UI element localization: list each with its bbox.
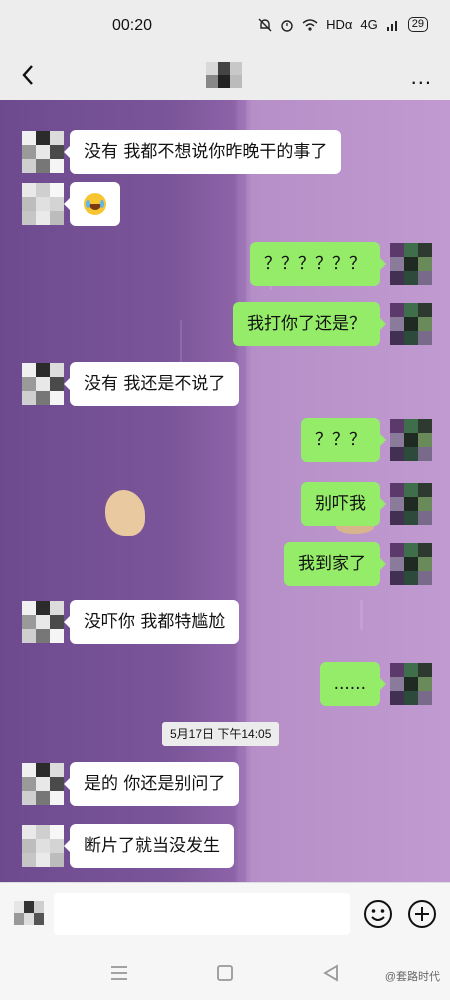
- voice-toggle-icon[interactable]: [14, 901, 44, 925]
- back-triangle-icon[interactable]: [320, 962, 342, 984]
- alarm-icon: [281, 19, 293, 32]
- more-options-icon[interactable]: ...: [411, 64, 432, 90]
- chevron-left-icon[interactable]: [14, 60, 44, 90]
- received-message-bubble[interactable]: 没吓你 我都特尴尬: [63, 600, 240, 644]
- contact-avatar[interactable]: [22, 825, 64, 867]
- message-text: ......: [333, 674, 366, 694]
- system-navigation-bar: @套路时代: [0, 946, 450, 1000]
- signal-bars-icon: [386, 20, 397, 31]
- message-input[interactable]: [54, 893, 350, 935]
- plus-circle-icon[interactable]: [406, 898, 438, 930]
- message-text: ？？？: [315, 430, 366, 450]
- received-message-bubble[interactable]: [64, 182, 120, 226]
- received-message-bubble[interactable]: 没有 我都不想说你昨晚干的事了: [63, 130, 342, 174]
- my-avatar[interactable]: [390, 243, 432, 285]
- laughing-crying-face-icon: [84, 193, 106, 215]
- sent-message-bubble[interactable]: 我打你了还是？: [233, 302, 386, 346]
- status-time: 00:20: [112, 17, 153, 34]
- my-avatar[interactable]: [390, 543, 432, 585]
- received-message-bubble[interactable]: 没有 我还是不说了: [63, 362, 240, 406]
- message-text: 我到家了: [298, 554, 366, 574]
- chat-message-area[interactable]: 5月17日 下午14:05 没有 我都不想说你昨晚干的事了 ？？？？？？ 我打你了还…: [0, 100, 450, 882]
- sent-message-bubble[interactable]: 我到家了: [284, 542, 386, 586]
- sent-message-bubble[interactable]: 别吓我: [301, 482, 386, 526]
- contact-avatar[interactable]: [22, 183, 64, 225]
- message-text: 别吓我: [315, 494, 366, 514]
- received-message-bubble[interactable]: 断片了就当没发生: [64, 824, 234, 868]
- smiley-icon[interactable]: [362, 898, 394, 930]
- my-avatar[interactable]: [390, 419, 432, 461]
- sent-message-bubble[interactable]: ......: [319, 662, 387, 706]
- contact-avatar[interactable]: [22, 363, 64, 405]
- battery-indicator: 29: [407, 17, 428, 32]
- signal-label: 4G: [360, 17, 378, 32]
- status-icons: HDα 4G 29: [258, 17, 428, 32]
- my-avatar[interactable]: [390, 303, 432, 345]
- my-avatar[interactable]: [390, 663, 432, 705]
- status-bar: 00:20 HDα 4G 29: [0, 0, 450, 50]
- message-text: 没有 我还是不说了: [84, 374, 226, 394]
- network-label: HDα: [326, 17, 353, 32]
- contact-avatar[interactable]: [22, 131, 64, 173]
- my-avatar[interactable]: [390, 483, 432, 525]
- message-input-bar: [0, 882, 450, 946]
- message-text: 断片了就当没发生: [84, 836, 220, 856]
- message-text: 我打你了还是？: [247, 314, 366, 334]
- message-text: 是的 你还是别问了: [84, 774, 226, 794]
- sent-message-bubble[interactable]: ？？？: [301, 418, 386, 462]
- wallpaper-blob: [105, 490, 145, 536]
- wifi-icon: [302, 18, 318, 31]
- menu-icon[interactable]: [108, 962, 130, 984]
- contact-name-mosaic[interactable]: [206, 62, 242, 88]
- contact-avatar[interactable]: [22, 601, 64, 643]
- home-square-icon[interactable]: [214, 962, 236, 984]
- message-text: 没吓你 我都特尴尬: [84, 612, 226, 632]
- mute-bell-icon: [258, 18, 272, 31]
- wallpaper-mark: [360, 600, 363, 630]
- contact-avatar[interactable]: [22, 763, 64, 805]
- chat-header: ...: [0, 50, 450, 100]
- received-message-bubble[interactable]: 是的 你还是别问了: [63, 762, 240, 806]
- message-text: ？？？？？？: [264, 254, 366, 274]
- message-timestamp: 5月17日 下午14:05: [162, 722, 280, 746]
- sent-message-bubble[interactable]: ？？？？？？: [250, 242, 386, 286]
- watermark-text: @套路时代: [384, 971, 440, 983]
- message-text: 没有 我都不想说你昨晚干的事了: [84, 142, 328, 162]
